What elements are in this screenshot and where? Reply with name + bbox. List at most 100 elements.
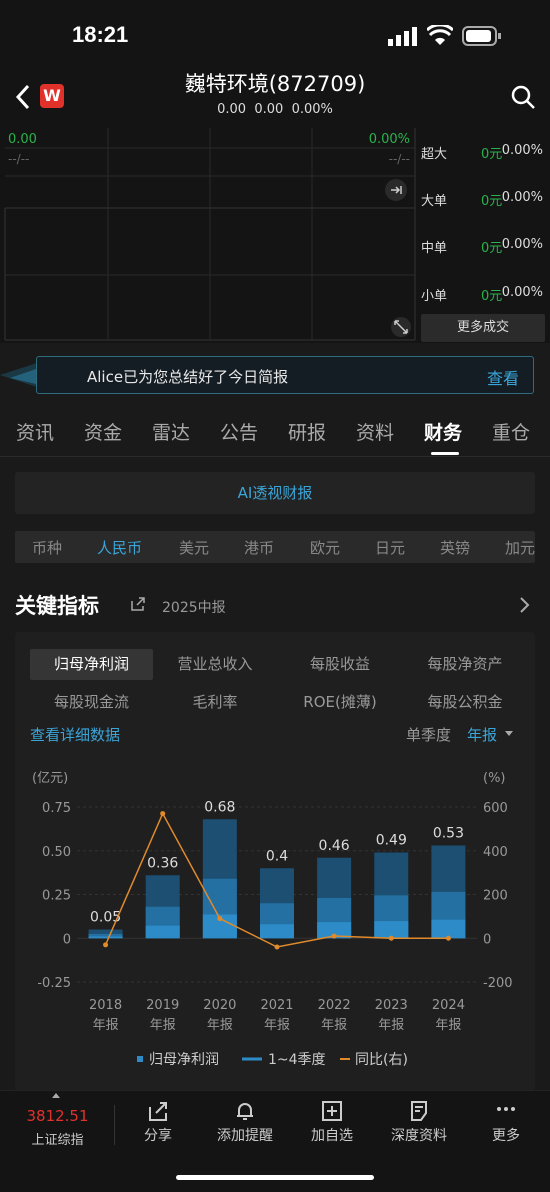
change: 0.00 [254,102,284,117]
x-tick-sub: 年报 [435,1018,461,1033]
bell-icon [237,1103,253,1120]
metric-gross-margin[interactable]: 毛利率 [150,687,280,718]
signal-icon [388,27,417,46]
share-icon [149,1102,167,1121]
x-tick-year: 2022 [318,998,351,1013]
flow-pct: 0.00% [501,143,543,158]
more-deals-button[interactable]: 更多成交 [421,314,545,342]
x-tick-year: 2023 [375,998,408,1013]
flow-label: 大单 [421,194,448,209]
price-summary: 0.00 0.00 0.00% [0,102,550,117]
currency-hkd[interactable]: 港币 [244,537,274,558]
y-tick-left: 0 [63,932,71,947]
indicators-panel: 归母净利润 营业总收入 每股收益 每股净资产 每股现金流 毛利率 ROE(摊薄)… [15,632,535,1092]
index-name[interactable]: 上证综指 [10,1129,105,1148]
data-label: 0.49 [376,833,407,849]
flow-amount: 0元 [481,194,503,209]
share-out-icon[interactable] [130,596,146,612]
yoy-point [445,935,451,941]
more-button[interactable]: 更多 [466,1099,546,1145]
metric-reserve[interactable]: 每股公积金 [400,687,530,718]
index-up-icon [52,1093,60,1098]
stock-title: 巍特环境(872709) [184,72,366,96]
share-button[interactable]: 分享 [118,1099,198,1145]
tab-finance[interactable]: 财务 [424,418,462,445]
x-tick-sub: 年报 [321,1018,347,1033]
tab-holdings[interactable]: 重仓 [492,418,530,445]
data-label: 0.05 [90,910,121,926]
search-icon[interactable] [510,84,536,110]
y-tick-right: 0 [483,932,491,947]
status-time: 18:21 [72,22,129,47]
collapse-icon[interactable] [384,178,408,202]
flow-pct: 0.00% [501,237,543,252]
metric-revenue[interactable]: 营业总收入 [150,649,280,680]
bar-segment [145,925,180,939]
metric-roe[interactable]: ROE(摊薄) [275,687,405,718]
yoy-point [274,944,280,950]
x-tick-year: 2024 [432,998,465,1013]
capital-flow-panel: 超大 0元 0.00% 大单 0元 0.00% 中单 0元 0.00% 小单 0元 0.00% [418,128,550,343]
ai-summary-banner[interactable]: Alice已为您总结好了今日简报 查看 [36,356,534,394]
x-tick-sub: 年报 [378,1018,404,1033]
ai-report-button[interactable]: AI透视财报 [15,472,535,514]
deep-data-label: 深度资料 [391,1128,447,1144]
tab-funds[interactable]: 资金 [84,418,122,445]
tab-announcements[interactable]: 公告 [220,418,258,445]
add-watchlist-button[interactable]: 加自选 [292,1099,372,1145]
flow-pct: 0.00% [501,190,543,205]
key-indicators-title: 关键指标 [15,594,99,618]
currency-gbp[interactable]: 英镑 [440,537,470,558]
single-quarter-toggle[interactable]: 单季度 [406,724,451,745]
currency-eur[interactable]: 欧元 [310,537,340,558]
x-tick-year: 2021 [260,998,293,1013]
plus-box-icon [322,1101,342,1121]
yoy-point [331,933,337,939]
legend-quarters: 1~4季度 [268,1052,326,1068]
legend-profit: 归母净利润 [149,1051,219,1068]
view-details-link[interactable]: 查看详细数据 [30,724,120,745]
wifi-icon [427,25,453,45]
annual-dropdown[interactable]: 年报 [467,724,497,745]
bottom-toolbar: 3812.51 上证综指 分享 添加提醒 加自选 深度资料 更多 [0,1090,550,1192]
data-label: 0.68 [204,799,235,815]
index-value[interactable]: 3812.51 [10,1107,105,1125]
tab-indicator [431,452,459,455]
add-alert-button[interactable]: 添加提醒 [205,1099,285,1145]
yoy-point [217,916,223,922]
y-tick-right: 200 [483,889,508,904]
x-tick-sub: 年报 [93,1018,119,1033]
net-profit-chart: (亿元) (%) 0.75 600 0.50 400 0.25 200 0 0 -0.25 -200 0… [32,771,513,1068]
deep-data-button[interactable]: 深度资料 [379,1099,459,1145]
intraday-chart[interactable]: 0.00 0.00% --/-- --/-- [0,128,418,343]
more-dots-icon [497,1107,515,1111]
x-tick-sub: 年报 [264,1018,290,1033]
y-tick-left: -0.25 [37,976,71,991]
banner-view-button[interactable]: 查看 [487,365,519,389]
report-period: 2025中报 [162,600,226,616]
metric-eps[interactable]: 每股收益 [275,649,405,680]
metric-cfps[interactable]: 每股现金流 [30,687,153,718]
currency-cad[interactable]: 加元 [505,537,535,558]
expand-icon[interactable] [390,316,412,338]
tab-research[interactable]: 研报 [288,418,326,445]
y-axis-right-label: (%) [483,771,506,786]
chevron-right-icon[interactable] [518,596,530,614]
flow-label: 中单 [421,241,448,256]
price: 0.00 [217,102,247,117]
y-tick-left: 0.50 [42,845,71,860]
share-label: 分享 [144,1128,172,1144]
dropdown-caret-icon[interactable] [504,730,514,738]
yoy-point [160,811,166,817]
currency-cny[interactable]: 人民币 [97,537,142,558]
tab-radar[interactable]: 雷达 [152,418,190,445]
currency-jpy[interactable]: 日元 [375,537,405,558]
metric-net-profit[interactable]: 归母净利润 [30,649,153,680]
y-tick-left: 0.25 [42,889,71,904]
metric-bvps[interactable]: 每股净资产 [400,649,530,680]
bar-segment [88,936,123,939]
tab-profile[interactable]: 资料 [356,418,394,445]
flow-row: 中单 0元 0.00% [421,237,549,256]
currency-usd[interactable]: 美元 [179,537,209,558]
tab-news[interactable]: 资讯 [16,418,54,445]
